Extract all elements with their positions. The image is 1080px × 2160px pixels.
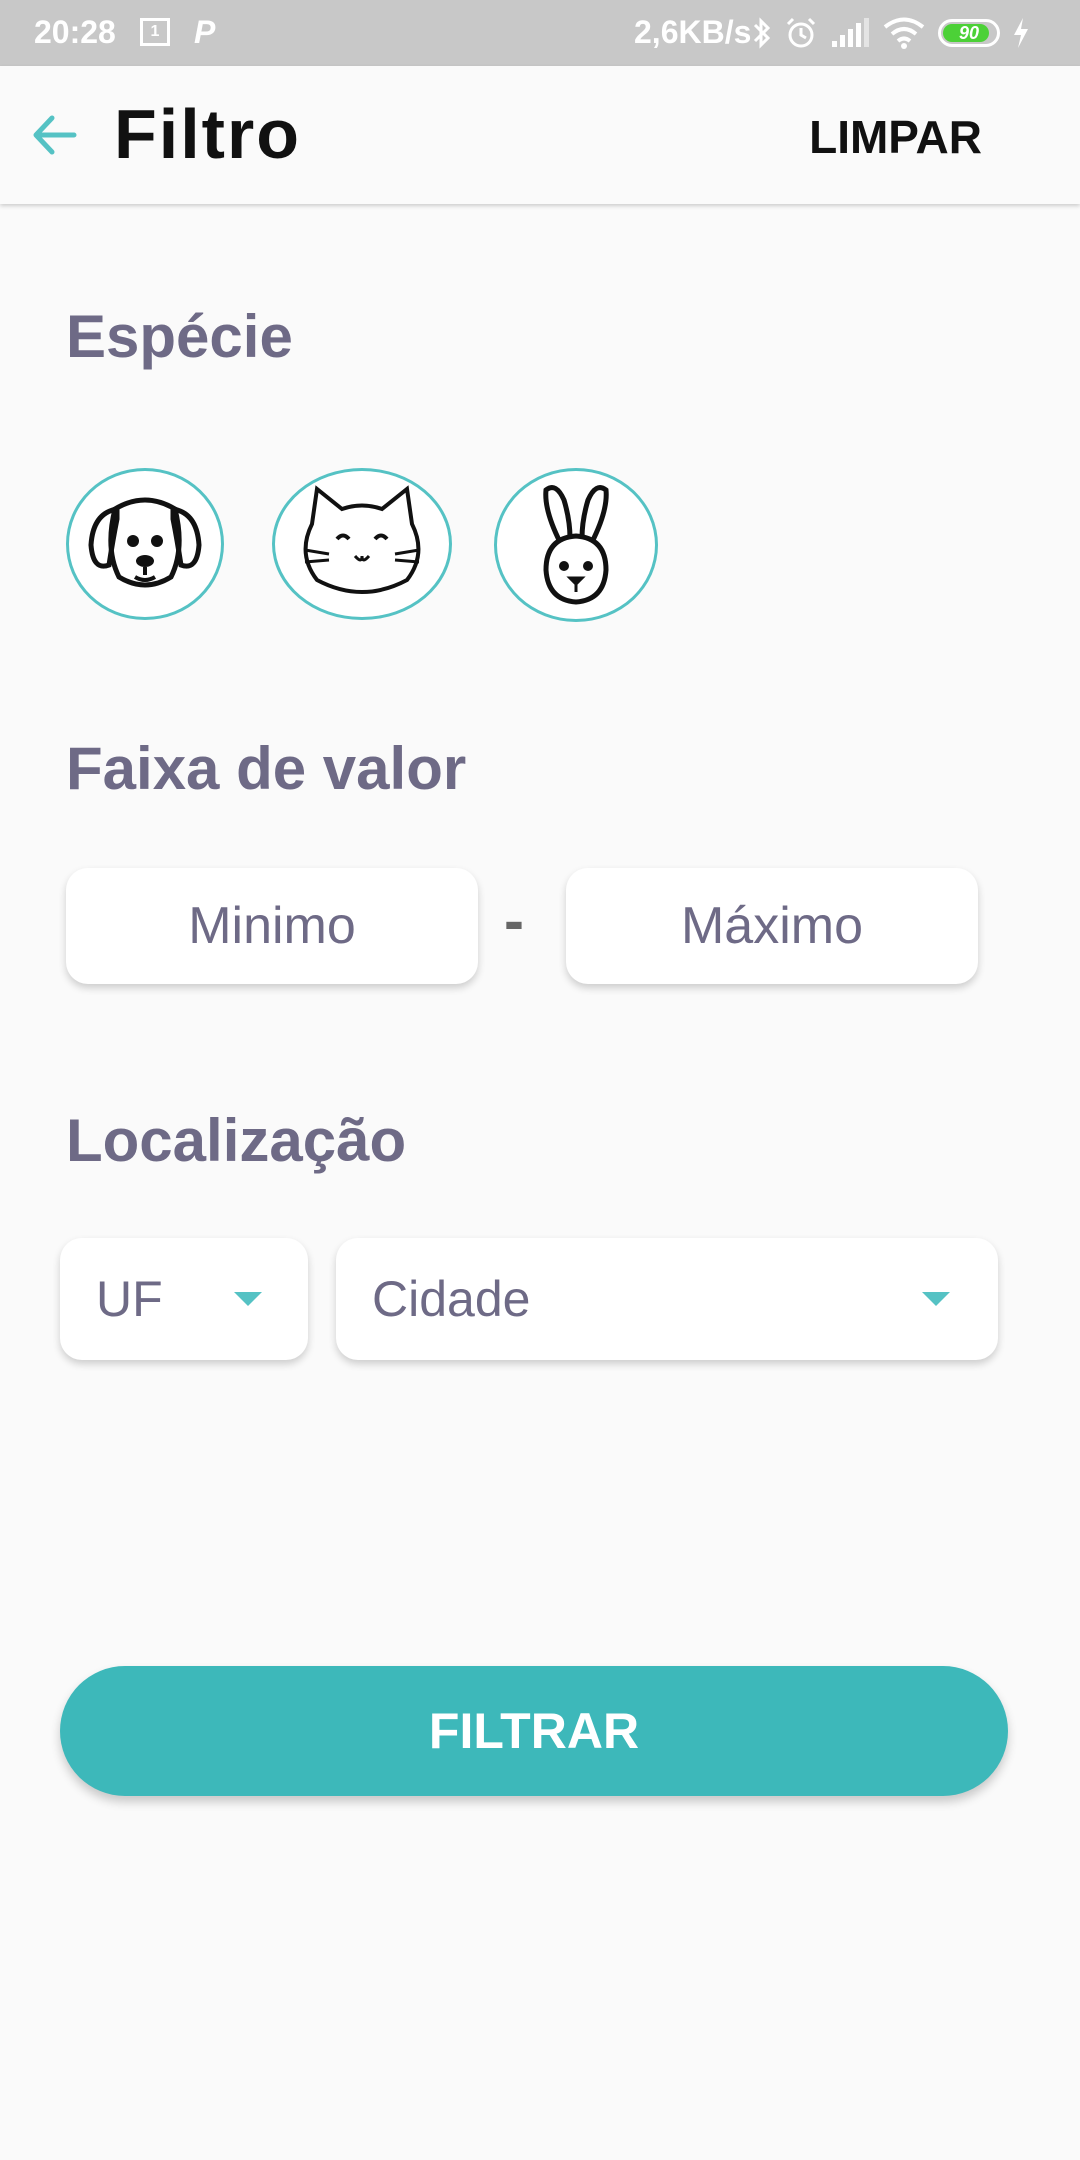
price-separator: - [504,887,524,954]
signal-icon [832,18,869,47]
city-select[interactable]: Cidade [336,1238,998,1360]
status-bar: 20:28 1 P 2,6KB/s 90 [0,0,1080,66]
state-select-label: UF [96,1271,163,1327]
species-option-dog[interactable] [66,468,224,620]
bluetooth-icon [753,17,771,49]
chevron-down-icon [234,1292,262,1306]
city-select-label: Cidade [372,1271,531,1327]
dog-icon [88,497,202,588]
price-min-input[interactable] [66,868,478,984]
sim-icon: 1 [140,18,170,46]
cat-icon [303,485,421,594]
network-speed: 2,6KB/s [634,14,752,50]
species-option-rabbit[interactable] [494,468,658,622]
app-bar: Filtro LIMPAR [0,66,1080,204]
arrow-left-icon [33,115,77,155]
status-time: 20:28 [34,14,116,50]
species-title: Espécie [66,303,293,370]
state-select[interactable]: UF [60,1238,308,1360]
notification-p-icon: P [194,14,216,50]
battery-icon: 90 [938,19,1000,47]
back-button[interactable] [28,108,82,162]
price-range-title: Faixa de valor [66,735,467,802]
battery-level-text: 90 [958,23,980,43]
alarm-icon [786,17,816,48]
page-title: Filtro [114,95,301,173]
chevron-down-icon [922,1292,950,1306]
species-option-cat[interactable] [272,468,452,620]
location-title: Localização [66,1107,407,1174]
status-right-icons: 90 [752,12,1030,54]
wifi-icon [883,17,925,49]
charging-icon [1014,18,1028,48]
rabbit-icon [543,485,609,605]
filter-button[interactable]: FILTRAR [60,1666,1008,1796]
clear-button[interactable]: LIMPAR [809,110,982,164]
price-max-input[interactable] [566,868,978,984]
